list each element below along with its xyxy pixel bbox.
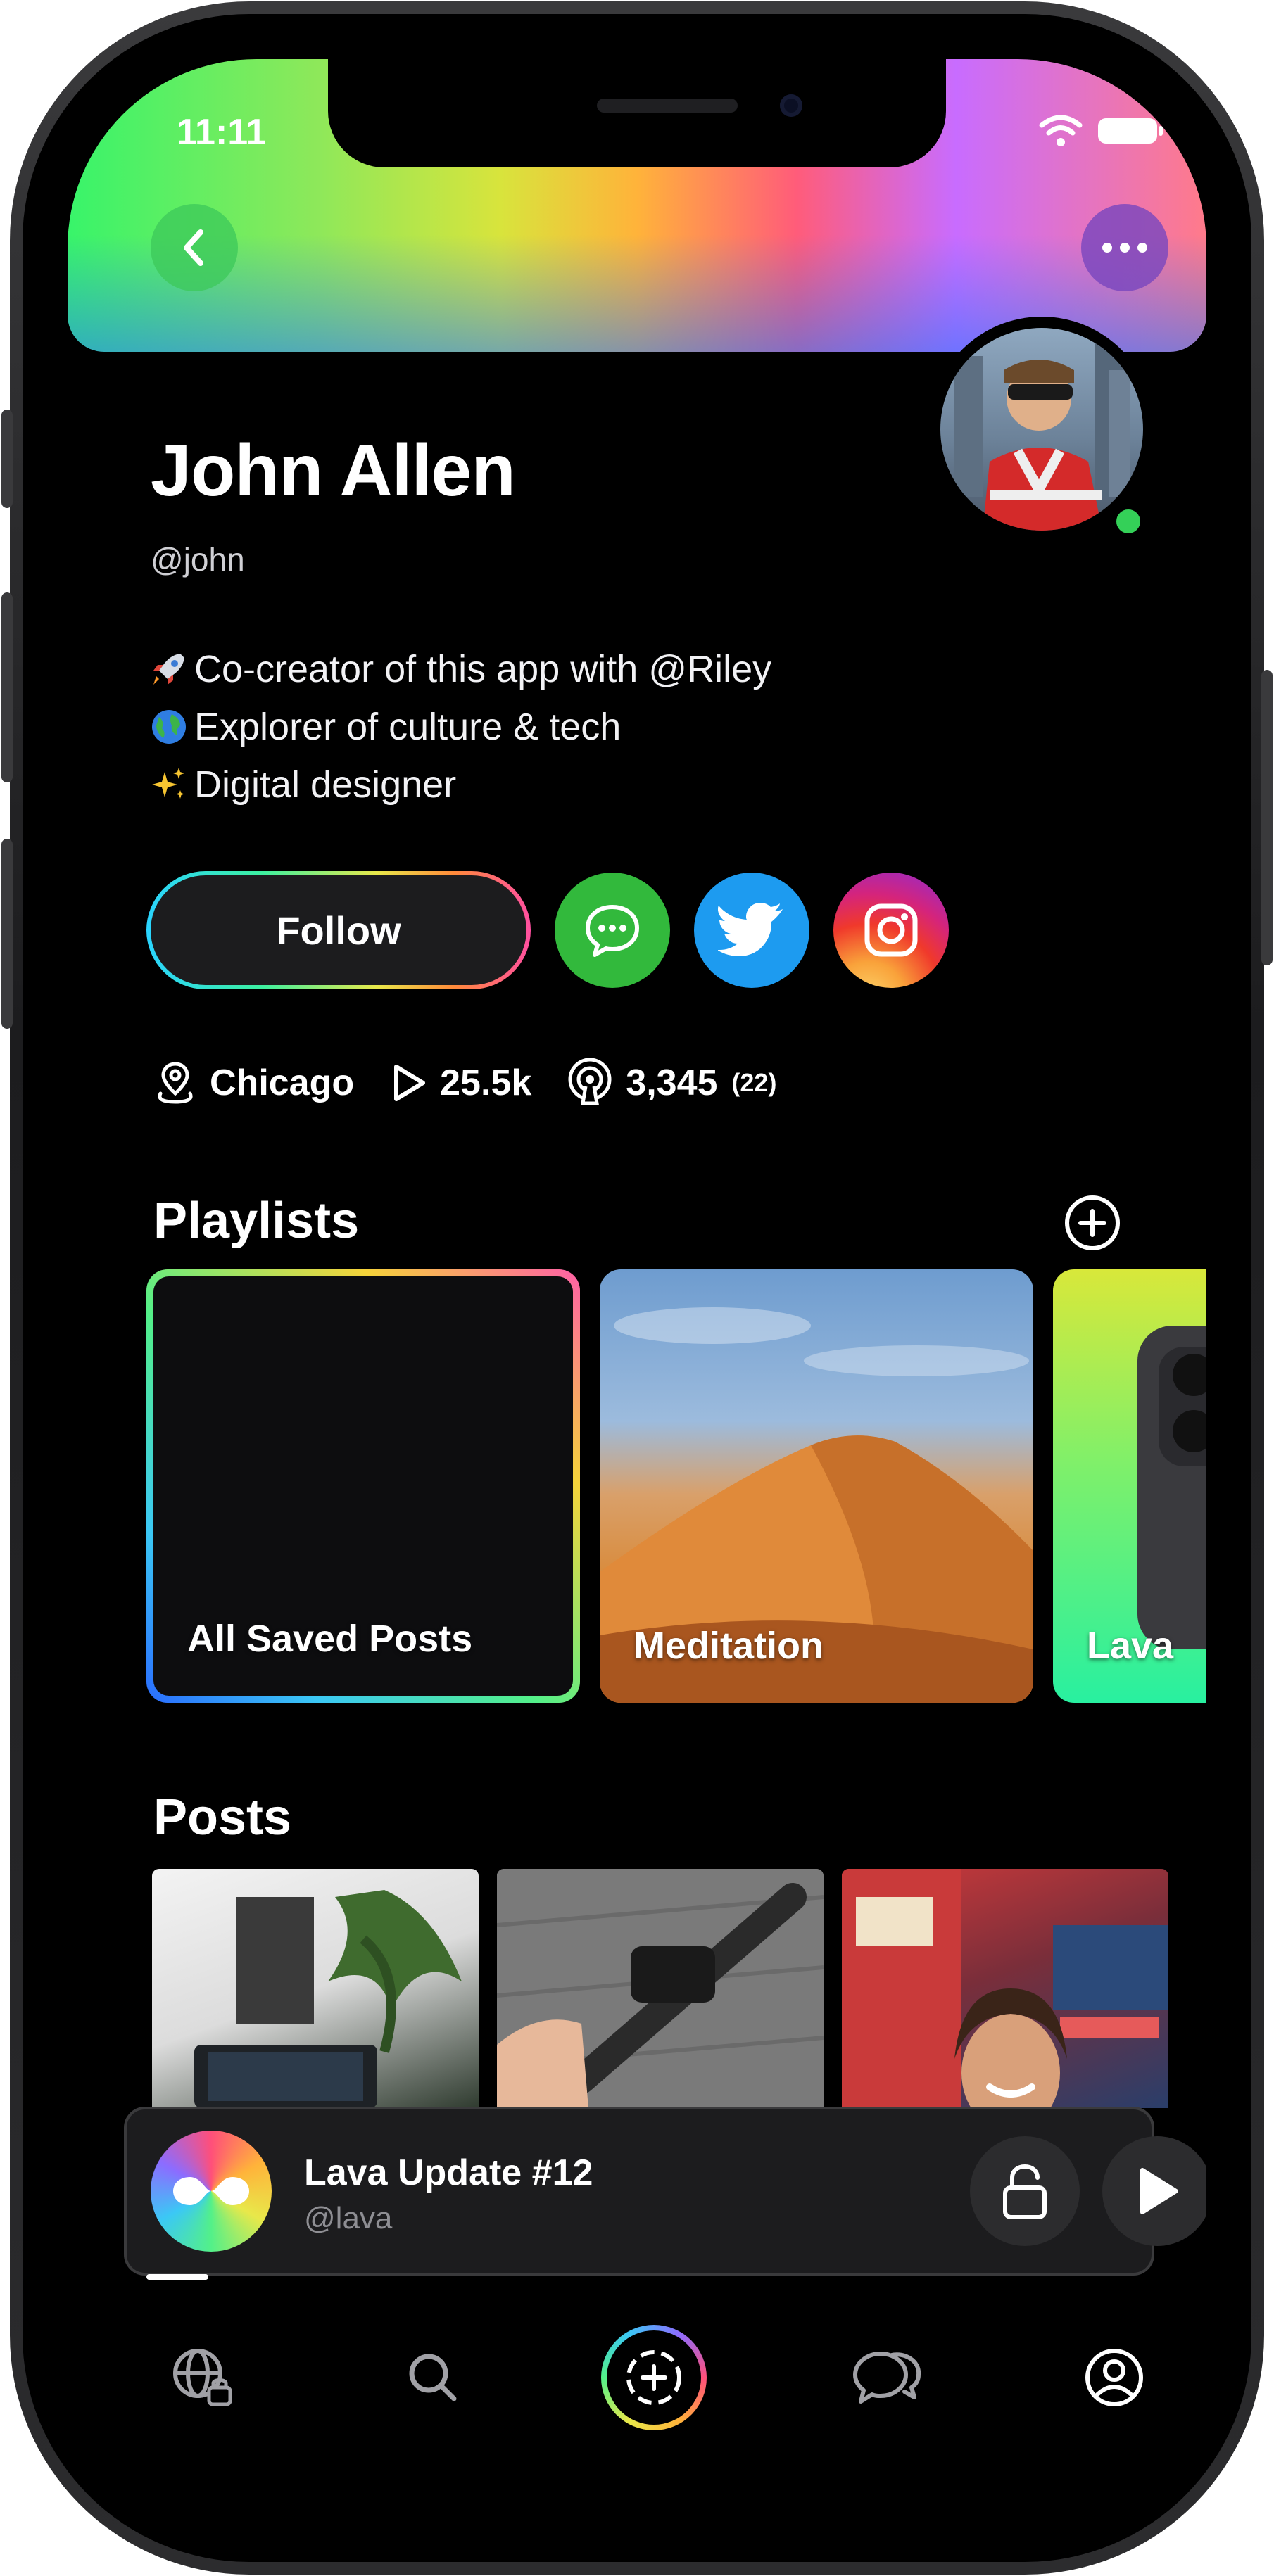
online-status-dot — [1109, 502, 1147, 540]
instagram-icon — [864, 903, 918, 957]
street-selfie-image — [842, 1869, 1168, 2108]
globe-lock-icon — [173, 2349, 232, 2406]
message-button[interactable] — [555, 873, 670, 988]
follow-button[interactable]: Follow — [146, 871, 531, 989]
profile-stats: Chicago 25.5k 3,345 (22) — [151, 1057, 809, 1109]
bio-line: Co-creator of this app with @Riley — [148, 640, 771, 698]
post-thumbnail[interactable] — [497, 1869, 824, 2108]
plays-count: 25.5k — [440, 1062, 532, 1103]
follow-button-label: Follow — [151, 875, 526, 985]
ellipsis-icon — [1102, 243, 1147, 253]
tab-bar — [68, 2308, 1206, 2463]
add-circle-dashed-icon — [626, 2350, 681, 2405]
globe-icon — [148, 706, 190, 748]
battery-icon — [1098, 118, 1163, 144]
playlist-card-meditation[interactable]: Meditation — [600, 1269, 1033, 1703]
avatar-illustration — [954, 342, 1130, 531]
mini-player-title: Lava Update #12 — [304, 2152, 593, 2193]
desk-plant-image — [194, 1890, 462, 2108]
location-text: Chicago — [210, 1062, 355, 1103]
profile-bio: Co-creator of this app with @Riley Explo… — [148, 640, 771, 813]
stat-plays: 25.5k — [386, 1061, 531, 1105]
bio-text: Explorer of culture & tech — [194, 706, 622, 748]
playlist-label: All Saved Posts — [187, 1618, 473, 1660]
playlist-label: Lava — [1087, 1625, 1174, 1667]
search-icon — [409, 2354, 457, 2401]
notch — [328, 59, 946, 167]
podcast-icon — [568, 1058, 612, 1105]
chevron-left-icon — [184, 229, 203, 266]
playlist-label: Meditation — [633, 1625, 824, 1667]
power-button — [1261, 670, 1273, 965]
bio-line: Explorer of culture & tech — [148, 698, 771, 756]
play-icon — [1140, 2168, 1178, 2214]
user-circle-icon — [1085, 2349, 1143, 2406]
avatar-photo — [940, 328, 1143, 531]
create-inner — [607, 2330, 701, 2425]
playlist-card-inner: All Saved Posts — [153, 1276, 573, 1696]
stat-location: Chicago — [151, 1058, 354, 1108]
playlist-card-lava[interactable]: Lava — [1053, 1269, 1206, 1703]
profile-handle: @john — [151, 541, 245, 578]
front-camera — [780, 94, 802, 117]
bio-text: Digital designer — [194, 763, 457, 806]
mute-switch — [1, 410, 13, 508]
wifi-icon — [1039, 115, 1083, 146]
bezel: 11:11 John Allen @john Co-creator of thi… — [23, 14, 1251, 2562]
bio-text: Co-creator of this app with @Riley — [194, 648, 772, 690]
chat-bubbles-icon — [853, 2352, 921, 2404]
plus-circle-icon — [1065, 1195, 1120, 1250]
post-thumbnail[interactable] — [842, 1869, 1168, 2108]
screen: 11:11 John Allen @john Co-creator of thi… — [68, 59, 1206, 2517]
location-pin-icon — [158, 1062, 193, 1104]
infinity-logo-icon — [173, 2177, 249, 2205]
rocket-icon — [148, 648, 190, 690]
tab-create[interactable] — [601, 2325, 707, 2430]
twitter-button[interactable] — [694, 873, 809, 988]
mini-player[interactable]: Lava Update #12 @lava — [124, 2107, 1206, 2276]
bio-line: Digital designer — [148, 756, 771, 813]
more-options-button[interactable] — [1081, 204, 1168, 291]
chat-bubble-icon — [586, 905, 639, 957]
instagram-button[interactable] — [833, 873, 949, 988]
volume-down-button — [1, 839, 13, 1029]
mini-player-progress — [146, 2274, 208, 2280]
listeners-sub-count: (22) — [731, 1068, 777, 1097]
stat-listeners: 3,345 (22) — [564, 1057, 776, 1109]
listeners-count: 3,345 — [626, 1062, 718, 1103]
earpiece-speaker — [597, 99, 738, 113]
status-time: 11:11 — [177, 112, 267, 153]
add-playlist-button[interactable] — [1059, 1189, 1126, 1257]
back-button[interactable] — [151, 204, 238, 291]
mini-player-subtitle: @lava — [304, 2201, 393, 2235]
post-thumbnail[interactable] — [152, 1869, 479, 2108]
play-outline-icon — [394, 1065, 426, 1101]
playlist-card-saved[interactable]: All Saved Posts — [146, 1269, 580, 1703]
twitter-bird-icon — [718, 903, 783, 956]
create-ring — [601, 2325, 707, 2430]
profile-name: John Allen — [151, 430, 516, 512]
tab-explore[interactable] — [156, 2332, 248, 2423]
lock-button[interactable] — [970, 2136, 1080, 2246]
status-icons — [1039, 114, 1164, 148]
tab-messages[interactable] — [842, 2332, 933, 2423]
posts-heading: Posts — [153, 1789, 292, 1846]
sparkles-icon — [148, 763, 190, 806]
playlists-heading: Playlists — [153, 1193, 360, 1249]
tab-search[interactable] — [387, 2332, 479, 2423]
mini-player-artwork — [151, 2131, 272, 2252]
tab-profile[interactable] — [1068, 2332, 1160, 2423]
lock-icon — [1003, 2164, 1047, 2219]
scooter-handle-image — [497, 1869, 824, 2108]
phone-frame: 11:11 John Allen @john Co-creator of thi… — [1, 1, 1273, 2575]
play-button[interactable] — [1102, 2136, 1206, 2246]
volume-up-button — [1, 592, 13, 782]
